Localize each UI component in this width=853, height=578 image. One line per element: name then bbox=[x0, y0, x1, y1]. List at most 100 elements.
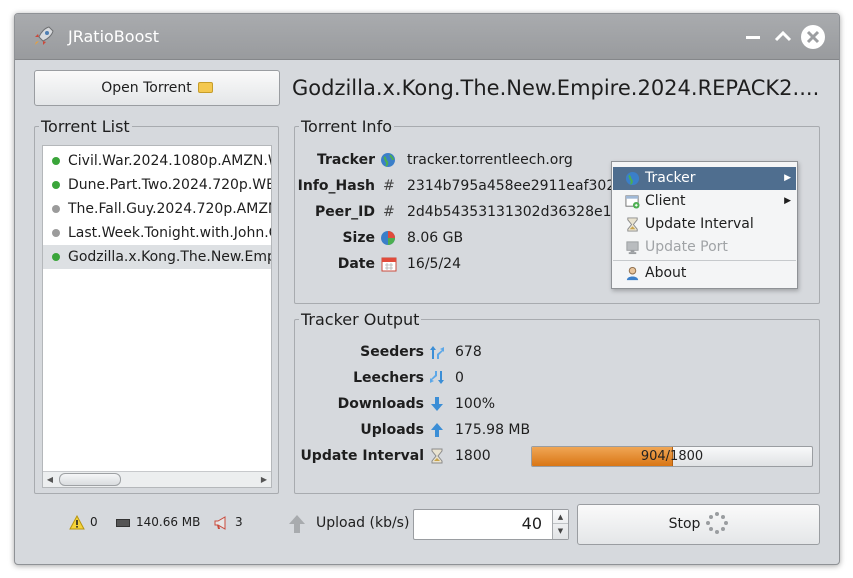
globe-icon bbox=[625, 171, 640, 186]
list-item[interactable]: Last.Week.Tonight.with.John.Oliver bbox=[43, 221, 271, 245]
title-bar[interactable]: JRatioBoost bbox=[15, 14, 839, 60]
upload-arrow-icon bbox=[289, 515, 305, 533]
list-item-label: Last.Week.Tonight.with.John.Oliver bbox=[68, 225, 271, 241]
menu-item-update-port: Update Port bbox=[613, 236, 796, 259]
spinner-buttons: ▲ ▼ bbox=[552, 510, 568, 539]
list-item-selected[interactable]: Godzilla.x.Kong.The.New.Empire bbox=[43, 245, 271, 269]
menu-item-label: Tracker bbox=[645, 170, 696, 186]
seeders-value: 678 bbox=[455, 344, 482, 360]
leechers-value: 0 bbox=[455, 370, 464, 386]
size-value: 8.06 GB bbox=[407, 230, 464, 246]
menu-item-tracker[interactable]: Tracker ▶ bbox=[613, 167, 796, 190]
tracker-value: tracker.torrentleech.org bbox=[407, 152, 573, 168]
pie-chart-icon bbox=[381, 231, 395, 245]
announce-count: 3 bbox=[235, 515, 243, 529]
open-torrent-label: Open Torrent bbox=[101, 80, 192, 96]
menu-separator bbox=[613, 260, 796, 261]
minimize-button[interactable] bbox=[741, 25, 765, 49]
submenu-arrow-icon: ▶ bbox=[784, 173, 791, 183]
list-item-label: The.Fall.Guy.2024.720p.AMZN. bbox=[68, 201, 271, 217]
loading-spinner-icon bbox=[706, 512, 729, 534]
status-dot-icon bbox=[52, 253, 60, 261]
update-interval-value: 1800 bbox=[455, 448, 491, 464]
progress-text: 904/1800 bbox=[640, 449, 704, 464]
seeders-label: Seeders bbox=[360, 344, 424, 360]
upload-rate-value[interactable]: 40 bbox=[522, 514, 542, 533]
folder-icon bbox=[197, 82, 213, 93]
maximize-button[interactable] bbox=[771, 25, 795, 49]
spinner-up-icon[interactable]: ▲ bbox=[553, 510, 568, 524]
leechers-label: Leechers bbox=[353, 370, 424, 386]
date-label: Date bbox=[337, 256, 375, 272]
hourglass-icon bbox=[627, 217, 638, 232]
menu-item-label: Update Interval bbox=[645, 216, 754, 232]
status-dot-icon bbox=[52, 181, 60, 189]
spinner-down-icon[interactable]: ▼ bbox=[553, 524, 568, 538]
scroll-right-icon[interactable]: ▶ bbox=[257, 472, 271, 487]
list-item[interactable]: Civil.War.2024.1080p.AMZN.WEB bbox=[43, 149, 271, 173]
memory-usage: 140.66 MB bbox=[136, 515, 201, 529]
info-hash-label: Info_Hash bbox=[297, 178, 375, 194]
upload-label: Upload (kb/s) bbox=[316, 515, 410, 531]
rocket-icon bbox=[35, 26, 54, 45]
window-title: JRatioBoost bbox=[68, 27, 159, 46]
torrent-info-legend: Torrent Info bbox=[301, 117, 392, 136]
downloads-label: Downloads bbox=[337, 396, 424, 412]
user-icon bbox=[626, 266, 639, 281]
hash-icon: # bbox=[383, 204, 395, 220]
uploads-value: 175.98 MB bbox=[455, 422, 531, 438]
calendar-icon bbox=[381, 257, 397, 272]
chevron-up-icon bbox=[774, 30, 792, 42]
seeders-icon bbox=[430, 346, 444, 359]
date-value: 16/5/24 bbox=[407, 256, 461, 272]
menu-item-label: Update Port bbox=[645, 239, 728, 255]
update-progress-bar: 904/1800 bbox=[531, 446, 813, 467]
size-label: Size bbox=[342, 230, 375, 246]
info-hash-value: 2314b795a458ee2911eaf3020b bbox=[407, 178, 634, 194]
update-interval-label: Update Interval bbox=[300, 448, 424, 464]
torrent-list[interactable]: Civil.War.2024.1080p.AMZN.WEB Dune.Part.… bbox=[42, 145, 272, 488]
submenu-arrow-icon: ▶ bbox=[784, 196, 791, 206]
menu-item-label: Client bbox=[645, 193, 686, 209]
uploads-label: Uploads bbox=[360, 422, 424, 438]
warnings-count: 0 bbox=[90, 515, 98, 529]
torrent-list-legend: Torrent List bbox=[41, 117, 130, 136]
minimize-icon bbox=[746, 36, 760, 39]
close-icon bbox=[806, 30, 820, 44]
arrow-down-icon bbox=[431, 397, 443, 411]
menu-item-about[interactable]: About bbox=[613, 262, 796, 285]
main-window: JRatioBoost Open Torrent Godzilla.x.Kong… bbox=[14, 13, 840, 565]
tracker-label: Tracker bbox=[317, 152, 375, 168]
menu-item-update-interval[interactable]: Update Interval bbox=[613, 213, 796, 236]
memory-chip-icon bbox=[116, 519, 130, 527]
peer-id-label: Peer_ID bbox=[315, 204, 375, 220]
menu-item-client[interactable]: Client ▶ bbox=[613, 190, 796, 213]
torrent-title: Godzilla.x.Kong.The.New.Empire.2024.REPA… bbox=[292, 76, 820, 100]
scroll-left-icon[interactable]: ◀ bbox=[43, 472, 57, 487]
menu-item-label: About bbox=[645, 265, 687, 281]
status-dot-icon bbox=[52, 229, 60, 237]
close-button[interactable] bbox=[801, 25, 825, 49]
upload-rate-spinner[interactable]: 40 ▲ ▼ bbox=[413, 509, 569, 540]
globe-icon bbox=[381, 153, 395, 167]
list-item[interactable]: Dune.Part.Two.2024.720p.WEB bbox=[43, 173, 271, 197]
peer-id-value: 2d4b54353131302d36328e1a4 bbox=[407, 204, 629, 220]
status-dot-icon bbox=[52, 157, 60, 165]
client-window-icon bbox=[625, 195, 640, 209]
list-item-label: Dune.Part.Two.2024.720p.WEB bbox=[68, 177, 271, 193]
status-dot-icon bbox=[52, 205, 60, 213]
scrollbar-thumb[interactable] bbox=[59, 473, 121, 486]
downloads-value: 100% bbox=[455, 396, 496, 412]
horizontal-scrollbar[interactable]: ◀ ▶ bbox=[43, 471, 271, 487]
megaphone-icon bbox=[214, 516, 226, 530]
open-torrent-button[interactable]: Open Torrent bbox=[34, 70, 280, 106]
list-item-label: Civil.War.2024.1080p.AMZN.WEB bbox=[68, 153, 271, 169]
stop-label: Stop bbox=[668, 516, 701, 532]
list-item[interactable]: The.Fall.Guy.2024.720p.AMZN. bbox=[43, 197, 271, 221]
tracker-output-legend: Tracker Output bbox=[301, 310, 420, 329]
hash-icon: # bbox=[383, 178, 395, 194]
warning-icon bbox=[69, 515, 85, 530]
stop-button[interactable]: Stop bbox=[577, 504, 820, 545]
hourglass-icon bbox=[431, 448, 443, 464]
leechers-icon bbox=[430, 371, 444, 384]
